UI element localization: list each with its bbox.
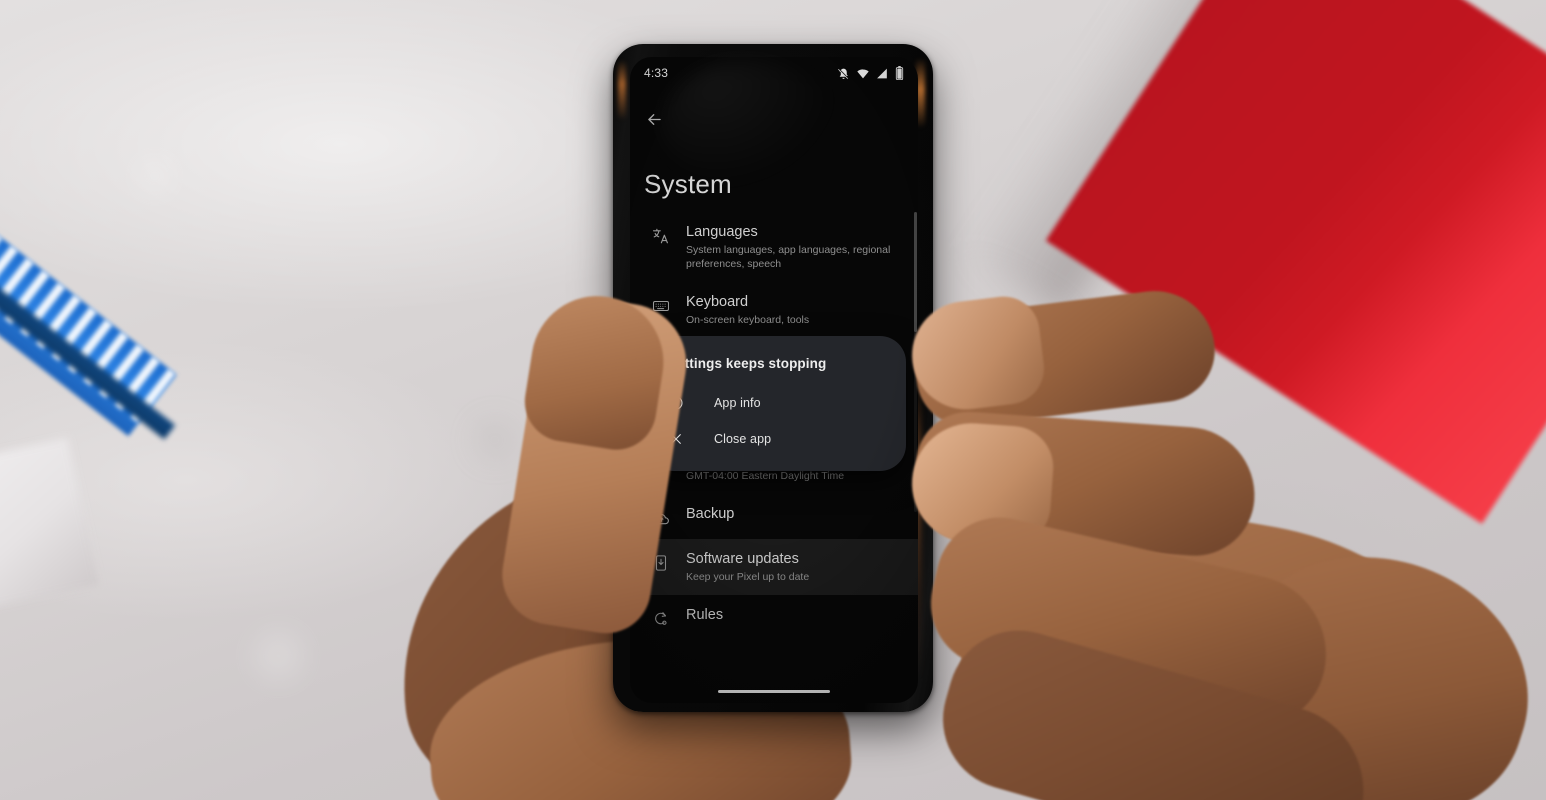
status-bar-clock: 4:33 xyxy=(644,66,669,80)
settings-row-backup[interactable]: Backup xyxy=(630,494,918,539)
app-bar xyxy=(630,99,918,139)
wifi-icon xyxy=(856,67,870,80)
phone-bezel-highlight-left xyxy=(618,60,626,120)
rules-icon xyxy=(644,606,678,628)
settings-row-title: Languages xyxy=(686,224,758,240)
scrollbar-thumb[interactable] xyxy=(914,212,917,332)
settings-row-software-updates[interactable]: Software updates Keep your Pixel up to d… xyxy=(630,539,918,595)
crash-dialog-item-label: Close app xyxy=(714,432,772,446)
battery-icon xyxy=(895,66,904,80)
settings-row-languages[interactable]: Languages System languages, app language… xyxy=(630,212,918,282)
notifications-muted-icon xyxy=(837,67,850,80)
page-title: System xyxy=(644,169,732,199)
settings-row-title: Rules xyxy=(686,607,724,623)
settings-row-title: Backup xyxy=(686,506,735,522)
home-gesture-bar[interactable] xyxy=(718,689,830,693)
settings-row-title: Software updates xyxy=(686,551,799,567)
signal-icon xyxy=(876,67,889,80)
back-arrow-icon[interactable] xyxy=(636,101,672,137)
crash-dialog-close-app-button[interactable]: Close app xyxy=(648,421,906,457)
settings-row-subtitle: GMT-04:00 Eastern Daylight Time xyxy=(686,470,845,482)
status-bar-icons xyxy=(837,66,904,80)
translate-icon xyxy=(644,223,678,245)
crash-dialog-title: Settings keeps stopping xyxy=(668,356,827,371)
settings-row-subtitle: On-screen keyboard, tools xyxy=(686,314,810,326)
status-bar: 4:33 xyxy=(630,57,918,89)
settings-row-title: Keyboard xyxy=(686,294,749,310)
crash-dialog-item-label: App info xyxy=(714,396,761,410)
crash-dialog: Settings keeps stopping App info Close a… xyxy=(648,336,906,471)
crash-dialog-app-info-button[interactable]: App info xyxy=(648,385,906,421)
settings-row-subtitle: System languages, app languages, regiona… xyxy=(686,244,891,270)
settings-row-rules[interactable]: Rules xyxy=(630,595,918,639)
screenshot-scene: 4:33 System Languages System languages, … xyxy=(0,0,1546,800)
settings-row-subtitle: Keep your Pixel up to date xyxy=(686,571,810,583)
